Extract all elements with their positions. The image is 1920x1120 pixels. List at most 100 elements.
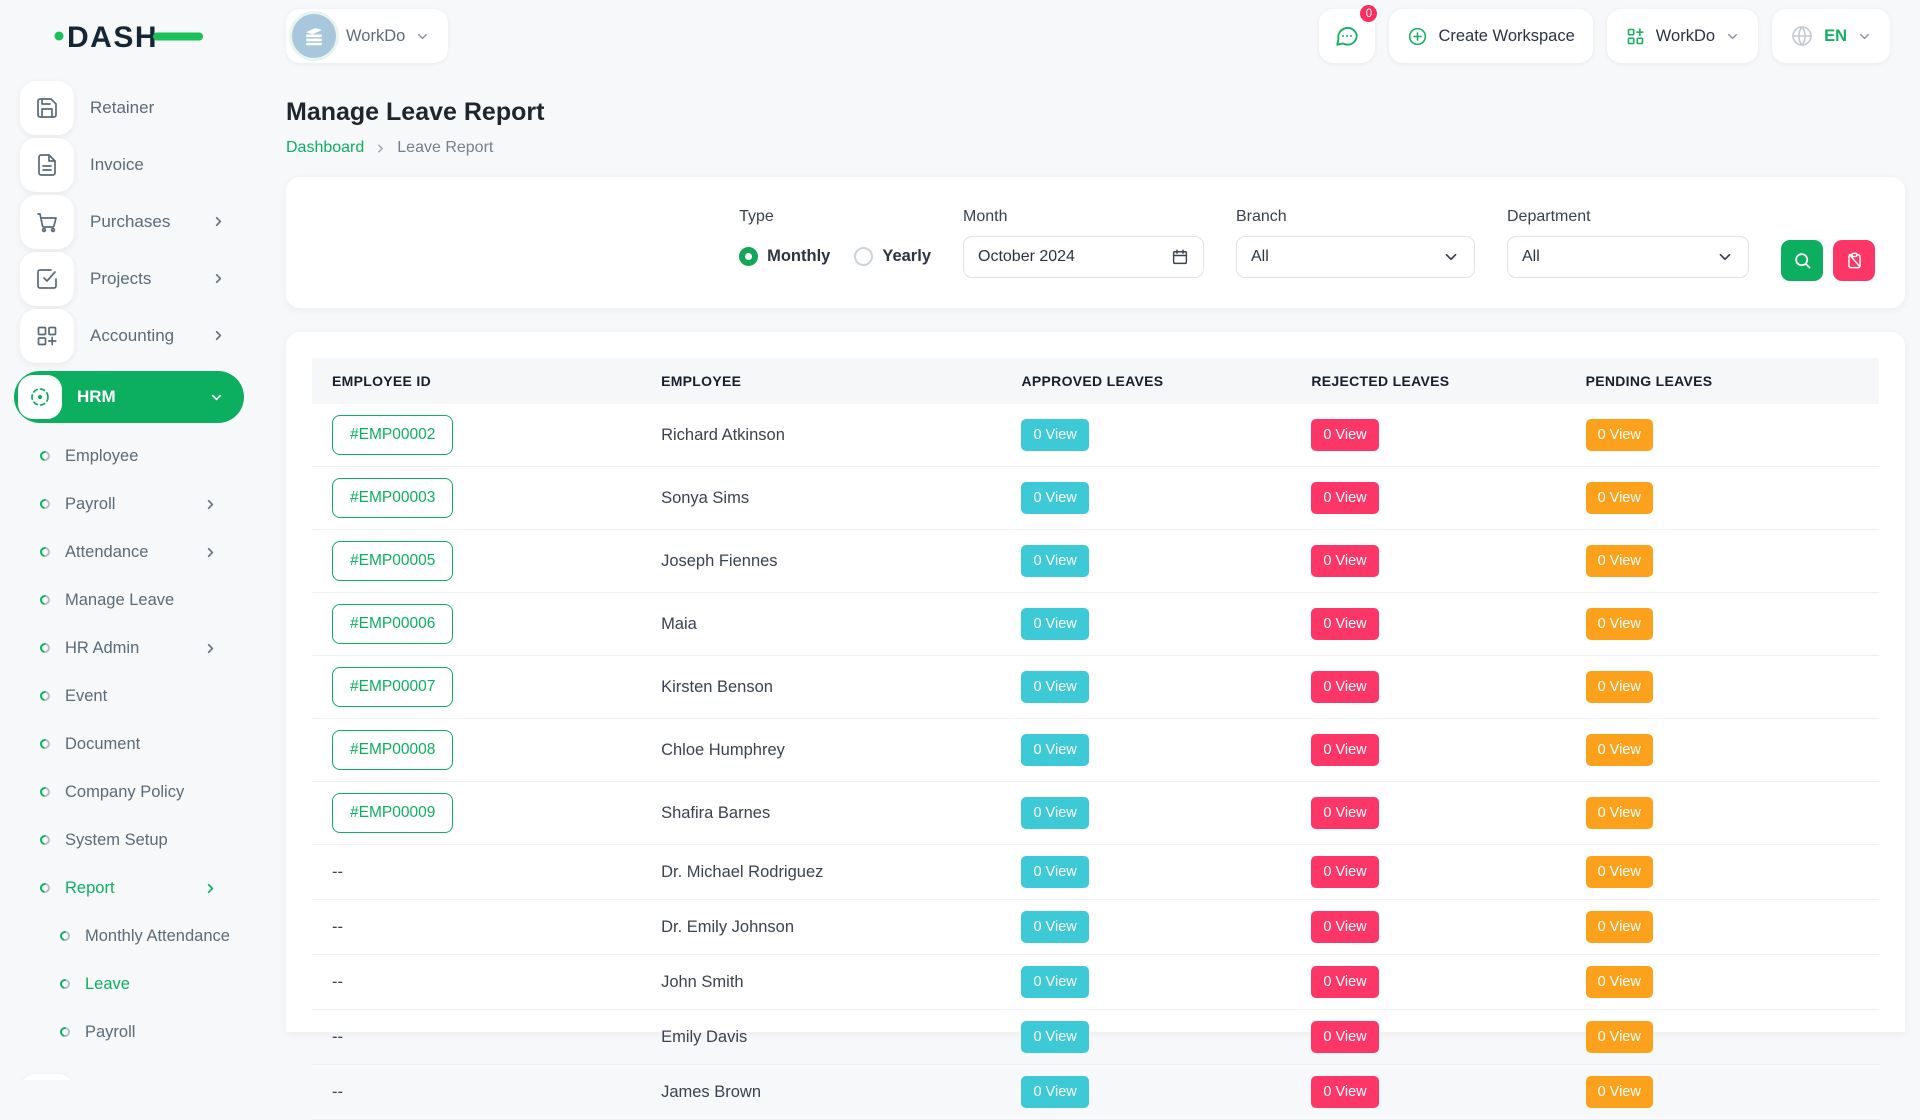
sidebar-item-report[interactable]: Report — [0, 864, 260, 912]
radio-unchecked-icon[interactable] — [854, 247, 873, 266]
create-workspace-button[interactable]: Create Workspace — [1389, 9, 1592, 63]
employee-id-button[interactable]: #EMP00002 — [332, 415, 453, 455]
rejected-leaves-view-badge[interactable]: 0 View — [1311, 545, 1378, 577]
sidebar-item-invoice[interactable]: Invoice — [0, 136, 260, 193]
approved-leaves-view-badge[interactable]: 0 View — [1021, 1076, 1088, 1108]
approved-leaves-view-badge[interactable]: 0 View — [1021, 856, 1088, 888]
sidebar-item-payroll[interactable]: Payroll — [0, 1008, 260, 1056]
rejected-leaves-view-badge[interactable]: 0 View — [1311, 608, 1378, 640]
branch-select[interactable]: All — [1236, 236, 1475, 278]
pending-leaves-view-badge[interactable]: 0 View — [1586, 966, 1653, 998]
sidebar-item-pos[interactable]: POS — [0, 1072, 260, 1080]
approved-leaves-view-badge[interactable]: 0 View — [1021, 482, 1088, 514]
pending-leaves-view-badge[interactable]: 0 View — [1586, 734, 1653, 766]
breadcrumb-dashboard-link[interactable]: Dashboard — [286, 139, 364, 157]
sidebar-item-projects[interactable]: Projects — [0, 250, 260, 307]
sidebar-item-attendance[interactable]: Attendance — [0, 528, 260, 576]
sidebar-item-payroll[interactable]: Payroll — [0, 480, 260, 528]
rejected-leaves-view-badge[interactable]: 0 View — [1311, 419, 1378, 451]
grid-plus-icon — [20, 309, 74, 363]
pending-leaves-view-badge[interactable]: 0 View — [1586, 1076, 1653, 1108]
pending-leaves-cell: 0 View — [1566, 467, 1879, 530]
rejected-leaves-cell: 0 View — [1291, 1065, 1565, 1120]
sidebar-item-event[interactable]: Event — [0, 672, 260, 720]
pending-leaves-view-badge[interactable]: 0 View — [1586, 671, 1653, 703]
pending-leaves-view-badge[interactable]: 0 View — [1586, 545, 1653, 577]
bullet-icon — [58, 1025, 72, 1039]
search-button[interactable] — [1781, 240, 1823, 281]
approved-leaves-view-badge[interactable]: 0 View — [1021, 734, 1088, 766]
radio-checked-icon[interactable] — [739, 247, 758, 266]
rejected-leaves-cell: 0 View — [1291, 593, 1565, 656]
employee-id-button[interactable]: #EMP00003 — [332, 478, 453, 518]
employee-name-cell: Emily Davis — [641, 1010, 1001, 1065]
app-logo[interactable]: DASH — [0, 15, 256, 57]
sidebar-item-employee[interactable]: Employee — [0, 432, 260, 480]
type-option-monthly[interactable]: Monthly — [739, 247, 830, 266]
employee-id-button[interactable]: #EMP00005 — [332, 541, 453, 581]
current-workspace-button[interactable]: WorkDo — [286, 9, 448, 63]
messages-button[interactable]: 0 — [1319, 9, 1375, 63]
sidebar-item-purchases[interactable]: Purchases — [0, 193, 260, 250]
pending-leaves-view-badge[interactable]: 0 View — [1586, 911, 1653, 943]
sidebar-item-label: Retainer — [90, 98, 154, 118]
language-code: EN — [1824, 27, 1847, 46]
approved-leaves-view-badge[interactable]: 0 View — [1021, 1021, 1088, 1053]
workspace-switcher-button[interactable]: WorkDo — [1607, 9, 1758, 63]
pending-leaves-view-badge[interactable]: 0 View — [1586, 482, 1653, 514]
employee-id-button[interactable]: #EMP00008 — [332, 730, 453, 770]
employee-id-empty: -- — [332, 1083, 343, 1101]
rejected-leaves-view-badge[interactable]: 0 View — [1311, 966, 1378, 998]
sidebar-item-document[interactable]: Document — [0, 720, 260, 768]
pending-leaves-view-badge[interactable]: 0 View — [1586, 1021, 1653, 1053]
approved-leaves-view-badge[interactable]: 0 View — [1021, 671, 1088, 703]
pending-leaves-view-badge[interactable]: 0 View — [1586, 856, 1653, 888]
type-option-yearly[interactable]: Yearly — [854, 247, 931, 266]
employee-id-button[interactable]: #EMP00007 — [332, 667, 453, 707]
sidebar-item-hr-admin[interactable]: HR Admin — [0, 624, 260, 672]
sidebar-item-retainer[interactable]: Retainer — [0, 79, 260, 136]
sidebar-item-label: Report — [65, 879, 115, 898]
plus-circle-icon — [1407, 26, 1428, 47]
employee-id-button[interactable]: #EMP00009 — [332, 793, 453, 833]
dash-logo-icon: DASH — [52, 15, 204, 57]
approved-leaves-view-badge[interactable]: 0 View — [1021, 911, 1088, 943]
department-select[interactable]: All — [1507, 236, 1749, 278]
rejected-leaves-view-badge[interactable]: 0 View — [1311, 734, 1378, 766]
rejected-leaves-view-badge[interactable]: 0 View — [1311, 1021, 1378, 1053]
employee-id-button[interactable]: #EMP00006 — [332, 604, 453, 644]
rejected-leaves-cell: 0 View — [1291, 955, 1565, 1010]
pending-leaves-cell: 0 View — [1566, 900, 1879, 955]
rejected-leaves-view-badge[interactable]: 0 View — [1311, 1076, 1378, 1108]
pending-leaves-view-badge[interactable]: 0 View — [1586, 419, 1653, 451]
sidebar-item-company-policy[interactable]: Company Policy — [0, 768, 260, 816]
approved-leaves-view-badge[interactable]: 0 View — [1021, 545, 1088, 577]
rejected-leaves-view-badge[interactable]: 0 View — [1311, 671, 1378, 703]
employee-id-empty: -- — [332, 863, 343, 881]
language-selector[interactable]: EN — [1772, 9, 1890, 63]
approved-leaves-view-badge[interactable]: 0 View — [1021, 608, 1088, 640]
sidebar-item-monthly-attendance[interactable]: Monthly Attendance — [0, 912, 260, 960]
type-radio-row: Monthly Yearly — [739, 236, 931, 278]
rejected-leaves-view-badge[interactable]: 0 View — [1311, 797, 1378, 829]
sidebar-item-leave[interactable]: Leave — [0, 960, 260, 1008]
approved-leaves-view-badge[interactable]: 0 View — [1021, 966, 1088, 998]
rejected-leaves-view-badge[interactable]: 0 View — [1311, 856, 1378, 888]
rejected-leaves-cell: 0 View — [1291, 656, 1565, 719]
approved-leaves-view-badge[interactable]: 0 View — [1021, 419, 1088, 451]
employee-name-cell: Shafira Barnes — [641, 782, 1001, 845]
pending-leaves-view-badge[interactable]: 0 View — [1586, 797, 1653, 829]
reset-filter-button[interactable] — [1833, 240, 1875, 281]
table-row: --Dr. Michael Rodriguez0 View0 View0 Vie… — [312, 845, 1879, 900]
sidebar-item-system-setup[interactable]: System Setup — [0, 816, 260, 864]
approved-leaves-view-badge[interactable]: 0 View — [1021, 797, 1088, 829]
rejected-leaves-view-badge[interactable]: 0 View — [1311, 482, 1378, 514]
chevron-down-icon — [1716, 248, 1734, 266]
sidebar-item-accounting[interactable]: Accounting — [0, 307, 260, 364]
rejected-leaves-view-badge[interactable]: 0 View — [1311, 911, 1378, 943]
sidebar-item-hrm[interactable]: HRM — [14, 371, 244, 423]
sidebar-item-manage-leave[interactable]: Manage Leave — [0, 576, 260, 624]
type-filter-group: Type Monthly Yearly — [739, 208, 931, 278]
month-input[interactable]: October 2024 — [963, 236, 1204, 278]
pending-leaves-view-badge[interactable]: 0 View — [1586, 608, 1653, 640]
